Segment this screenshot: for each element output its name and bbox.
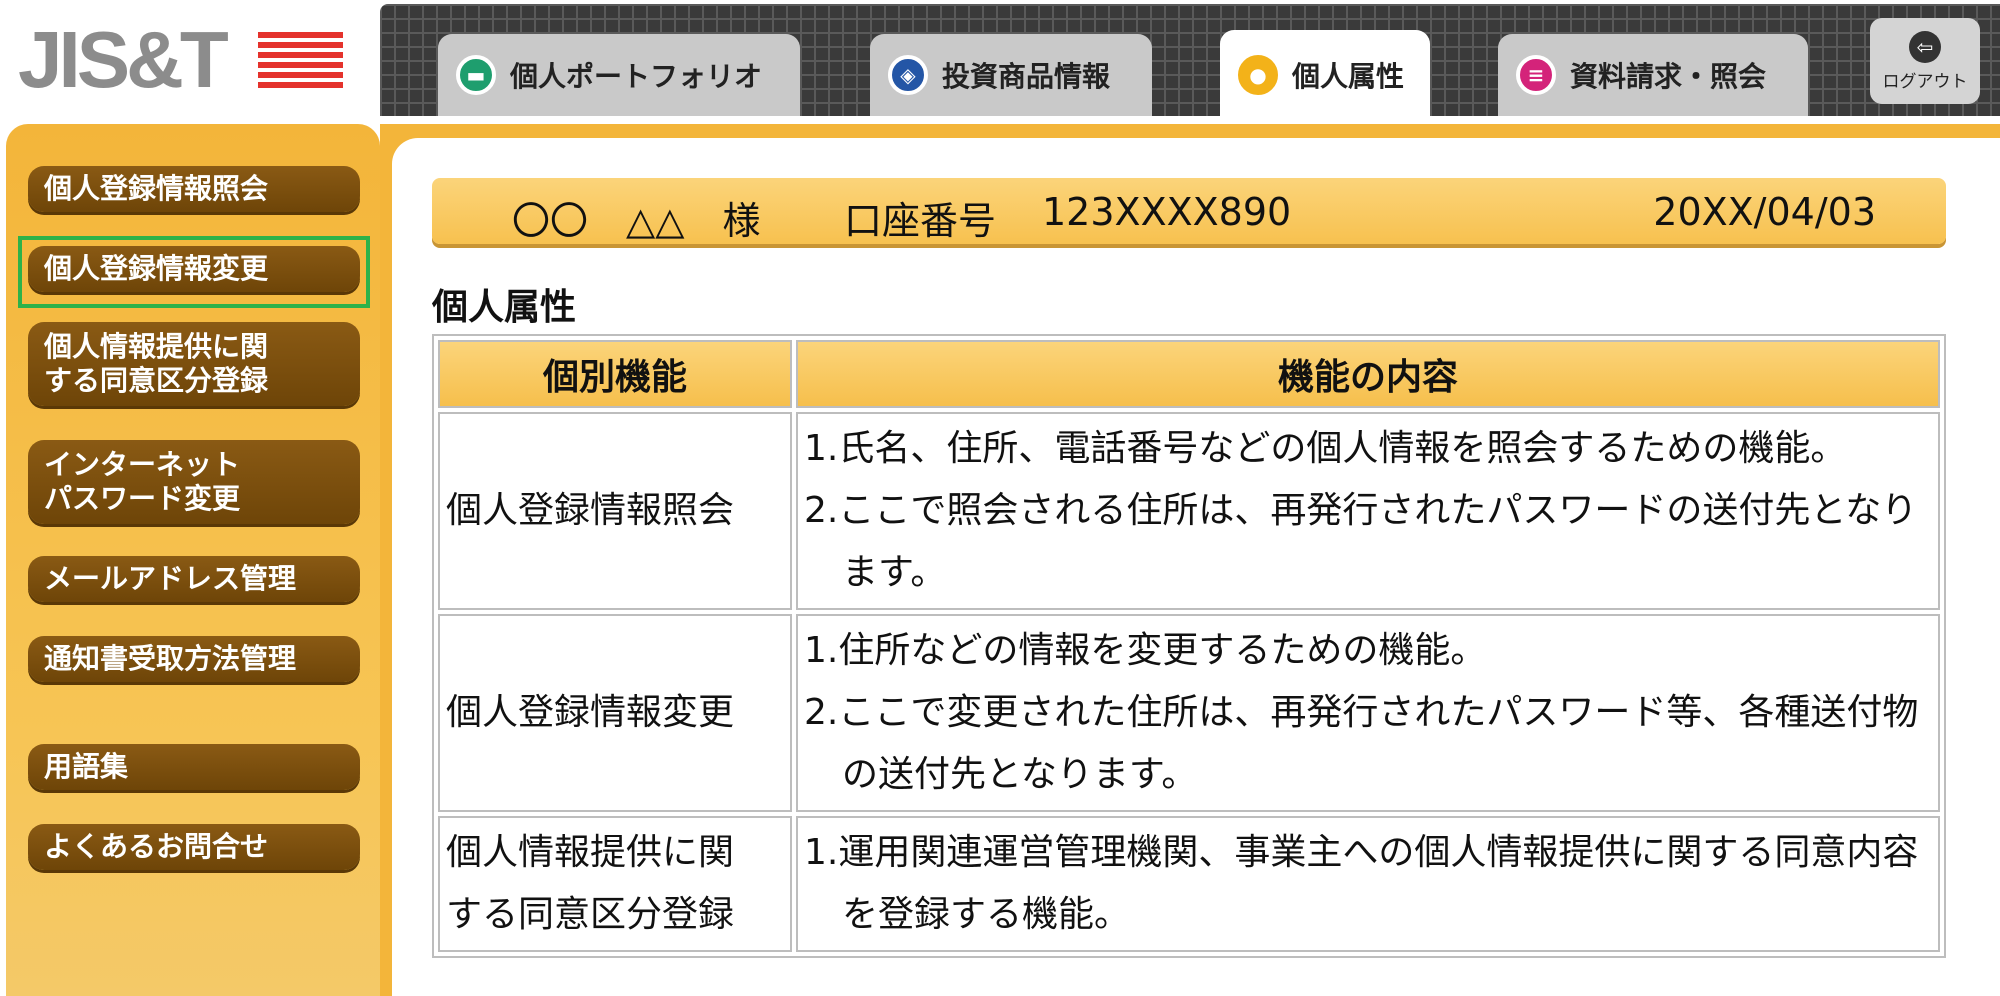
tab-investment-products[interactable]: ◈ 投資商品情報 [870,34,1152,116]
table-header-row: 個別機能 機能の内容 [438,340,1940,408]
account-number-label: 口座番号 [844,199,997,243]
tab-label: 個人ポートフォリオ [510,60,763,93]
sidebar-item-consent-registration[interactable]: 個人情報提供に関 する同意区分登録 [28,322,360,406]
sidebar-item-label-line2: パスワード変更 [44,482,241,515]
sidebar-item-label: 通知書受取方法管理 [44,642,297,675]
jist-logo: JIS&T [18,10,348,110]
selection-highlight [18,236,370,308]
main-content: 〇〇 △△ 様 口座番号 123XXXX890 20XX/04/03 個人属性 … [392,138,2000,996]
description-cell: 1.氏名、住所、電話番号などの個人情報を照会するための機能。 2.ここで照会され… [796,412,1940,610]
sidebar-item-label-line2: する同意区分登録 [44,364,269,397]
document-icon: ≡ [1516,55,1556,95]
tab-label: 投資商品情報 [942,60,1111,93]
feature-cell: 個人登録情報変更 [438,614,792,812]
user-info-bar: 〇〇 △△ 様 口座番号 123XXXX890 20XX/04/03 [432,178,1946,244]
feature-line2: する同意区分登録 [446,894,735,935]
main-frame: 〇〇 △△ 様 口座番号 123XXXX890 20XX/04/03 個人属性 … [380,124,2000,996]
current-date: 20XX/04/03 [1653,190,1876,234]
sidebar: 個人登録情報照会 個人登録情報変更 個人情報提供に関 する同意区分登録 インター… [6,124,380,996]
page-title: 個人属性 [432,287,577,328]
folder-icon: ▬ [456,55,496,95]
table-row: 個人登録情報照会 1.氏名、住所、電話番号などの個人情報を照会するための機能。 … [438,412,1940,610]
sidebar-item-label: よくあるお問合せ [44,830,269,863]
feature-cell: 個人情報提供に関 する同意区分登録 [438,816,792,952]
tab-document-request[interactable]: ≡ 資料請求・照会 [1498,34,1808,116]
sidebar-item-label-line1: 個人情報提供に関 [44,330,269,363]
description-item: 1.氏名、住所、電話番号などの個人情報を照会するための機能。 [804,428,1847,469]
main-tab-bar: ▬ 個人ポートフォリオ ◈ 投資商品情報 ● 個人属性 ≡ 資料請求・照会 ⇦ … [380,4,2000,120]
description-cell: 1.運用関連運営管理機関、事業主への個人情報提供に関する同意内容を登録する機能。 [796,816,1940,952]
person-icon: ● [1238,55,1278,95]
account-number: 123XXXX890 [1042,190,1292,234]
logo-stripes [258,32,343,90]
sidebar-item-label: メールアドレス管理 [44,562,297,595]
user-name: 〇〇 △△ 様 [512,199,761,243]
description-item: 2.ここで照会される住所は、再発行されたパスワードの送付先となります。 [804,490,1918,593]
feature-line1: 個人情報提供に関 [446,832,735,873]
tab-personal-attributes[interactable]: ● 個人属性 [1220,30,1430,120]
logout-label: ログアウト [1882,71,1968,92]
tab-portfolio[interactable]: ▬ 個人ポートフォリオ [438,34,800,116]
column-header-feature: 個別機能 [438,340,792,408]
sidebar-item-label-line1: インターネット [44,448,241,481]
sidebar-item-registration-inquiry[interactable]: 個人登録情報照会 [28,166,360,212]
description-cell: 1.住所などの情報を変更するための機能。 2.ここで変更された住所は、再発行され… [796,614,1940,812]
description-item: 2.ここで変更された住所は、再発行されたパスワード等、各種送付物の送付先となりま… [804,692,1919,795]
sidebar-item-password-change[interactable]: インターネット パスワード変更 [28,440,360,524]
sidebar-item-label: 用語集 [44,750,129,783]
logout-button[interactable]: ⇦ ログアウト [1870,18,1980,104]
tab-label: 資料請求・照会 [1570,60,1767,93]
feature-table: 個別機能 機能の内容 個人登録情報照会 1.氏名、住所、電話番号などの個人情報を… [432,334,1946,958]
sidebar-item-label: 個人登録情報照会 [44,172,269,205]
tab-label: 個人属性 [1292,60,1405,93]
table-row: 個人情報提供に関 する同意区分登録 1.運用関連運営管理機関、事業主への個人情報… [438,816,1940,952]
logout-arrow-icon: ⇦ [1909,30,1941,63]
feature-cell: 個人登録情報照会 [438,412,792,610]
logo-text: JIS&T [18,15,229,104]
column-header-description: 機能の内容 [796,340,1940,408]
sidebar-item-email-management[interactable]: メールアドレス管理 [28,556,360,602]
description-item: 1.住所などの情報を変更するための機能。 [804,630,1487,671]
cube-icon: ◈ [888,55,928,95]
sidebar-item-faq[interactable]: よくあるお問合せ [28,824,360,870]
description-item: 1.運用関連運営管理機関、事業主への個人情報提供に関する同意内容を登録する機能。 [804,832,1919,935]
sidebar-item-notice-delivery[interactable]: 通知書受取方法管理 [28,636,360,682]
table-row: 個人登録情報変更 1.住所などの情報を変更するための機能。 2.ここで変更された… [438,614,1940,812]
sidebar-item-glossary[interactable]: 用語集 [28,744,360,790]
